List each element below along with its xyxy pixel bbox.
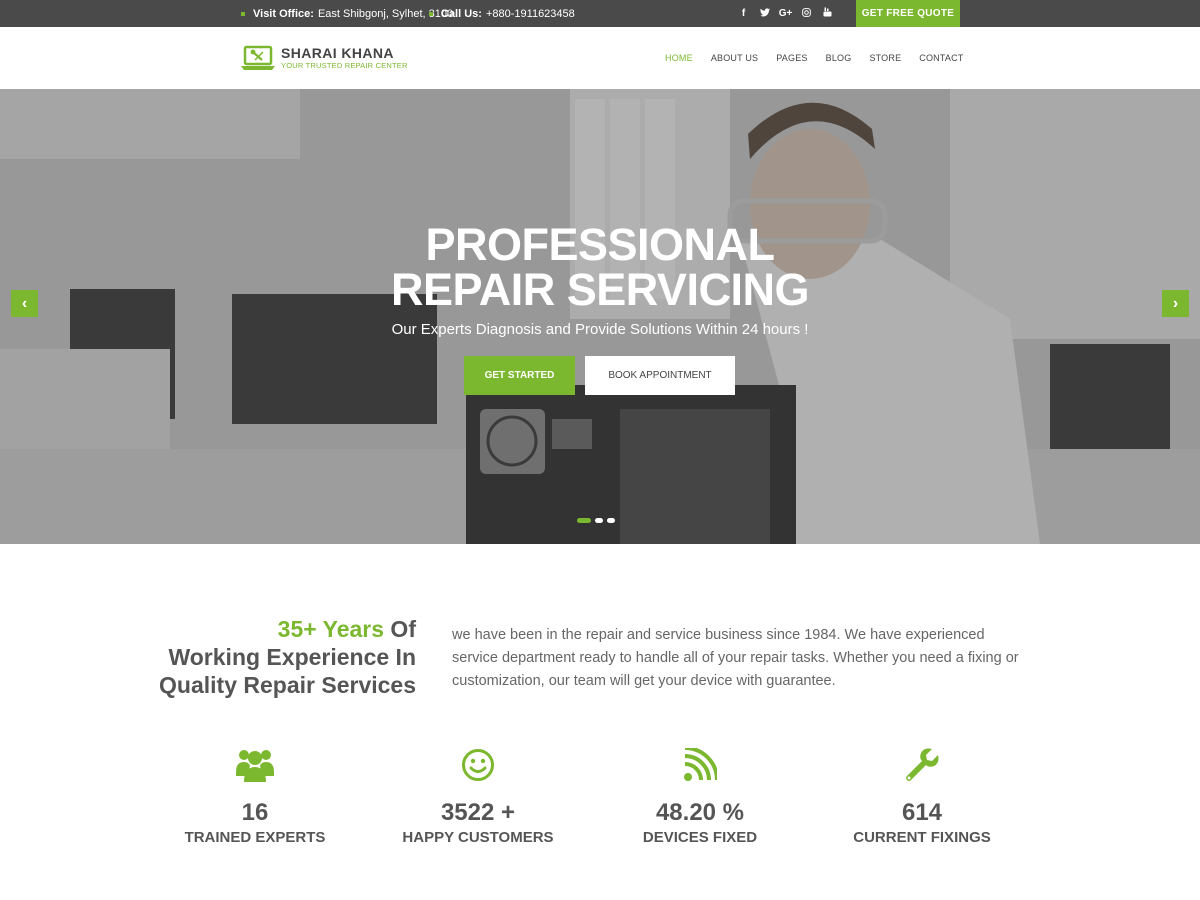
- nav-contact[interactable]: CONTACT: [910, 53, 972, 63]
- wrench-icon: [822, 745, 1022, 785]
- slider-next-arrow[interactable]: ›: [1162, 290, 1189, 317]
- experience-heading-line3: Quality Repair Services: [159, 672, 416, 698]
- chevron-left-icon: ‹: [21, 294, 28, 312]
- top-bar: Visit Office: East Shibgonj, Sylhet, 310…: [0, 0, 1200, 27]
- slider-prev-arrow[interactable]: ‹: [11, 290, 38, 317]
- stat-value: 48.20 %: [655, 799, 745, 826]
- slider-dot-3[interactable]: [607, 518, 615, 523]
- facebook-icon[interactable]: f: [733, 8, 754, 19]
- office-info: Visit Office: East Shibgonj, Sylhet, 310…: [241, 0, 453, 27]
- call-label: Call Us:: [441, 7, 482, 20]
- experience-description: we have been in the repair and service b…: [452, 627, 1019, 689]
- youtube-icon[interactable]: [817, 7, 838, 20]
- hero-title-line1: PROFESSIONAL: [425, 219, 775, 270]
- stat-devices-fixed: 48.20 % DEVICES FIXED: [600, 745, 800, 846]
- stat-label: CURRENT FIXINGS: [853, 829, 991, 846]
- stat-label: TRAINED EXPERTS: [184, 829, 326, 846]
- stat-value: 614: [901, 799, 943, 826]
- stat-label: HAPPY CUSTOMERS: [402, 829, 554, 846]
- logo[interactable]: SHARAI KHANA YOUR TRUSTED REPAIR CENTER: [241, 45, 408, 71]
- slider-dot-1[interactable]: [577, 518, 591, 523]
- slider-dot-2[interactable]: [595, 518, 603, 523]
- office-label: Visit Office:: [253, 7, 314, 20]
- experience-heading: 35+ Years Of Working Experience In Quali…: [140, 615, 416, 699]
- stat-happy-customers: 3522 + HAPPY CUSTOMERS: [378, 745, 578, 846]
- hero-title-line2: REPAIR SERVICING: [391, 264, 809, 315]
- rss-icon: [600, 745, 800, 785]
- logo-title: SHARAI KHANA: [281, 45, 394, 61]
- book-appointment-button[interactable]: BOOK APPOINTMENT: [585, 356, 735, 395]
- nav-blog[interactable]: BLOG: [817, 53, 861, 63]
- instagram-icon[interactable]: [796, 7, 817, 20]
- nav-about-us[interactable]: ABOUT US: [702, 53, 767, 63]
- bullet-icon: [241, 11, 245, 16]
- laptop-wrench-icon: [241, 45, 275, 70]
- experience-heading-line2: Working Experience In: [168, 644, 416, 670]
- experience-heading-of: Of: [384, 616, 416, 642]
- logo-tagline: YOUR TRUSTED REPAIR CENTER: [281, 61, 408, 70]
- hero-slider: PROFESSIONAL REPAIR SERVICING Our Expert…: [0, 89, 1200, 544]
- nav-home[interactable]: HOME: [656, 53, 702, 63]
- get-free-quote-button[interactable]: GET FREE QUOTE: [856, 0, 960, 27]
- experience-years: 35+ Years: [277, 616, 385, 642]
- bullet-icon: [429, 11, 433, 16]
- social-links: f G+: [733, 0, 838, 27]
- nav-store[interactable]: STORE: [860, 53, 910, 63]
- hero-overlay: [0, 89, 1200, 544]
- stat-trained-experts: 16 TRAINED EXPERTS: [155, 745, 355, 846]
- get-started-button[interactable]: GET STARTED: [464, 356, 575, 395]
- nav-pages[interactable]: PAGES: [767, 53, 816, 63]
- smile-icon: [378, 745, 578, 785]
- main-nav: HOME ABOUT US PAGES BLOG STORE CONTACT: [656, 27, 973, 89]
- google-plus-icon[interactable]: G+: [775, 8, 796, 19]
- stat-value: 16: [241, 799, 269, 826]
- twitter-icon[interactable]: [754, 7, 775, 20]
- users-icon: [155, 745, 355, 785]
- stat-current-fixings: 614 CURRENT FIXINGS: [822, 745, 1022, 846]
- chevron-right-icon: ›: [1172, 294, 1179, 312]
- call-number: +880-1911623458: [485, 7, 575, 20]
- site-header: SHARAI KHANA YOUR TRUSTED REPAIR CENTER …: [0, 27, 1200, 89]
- stat-label: DEVICES FIXED: [642, 829, 758, 846]
- slider-dots: [577, 518, 615, 523]
- stat-value: 3522 +: [440, 799, 516, 826]
- call-info: Call Us: +880-1911623458: [429, 0, 575, 27]
- hero-subtitle: Our Experts Diagnosis and Provide Soluti…: [391, 321, 809, 338]
